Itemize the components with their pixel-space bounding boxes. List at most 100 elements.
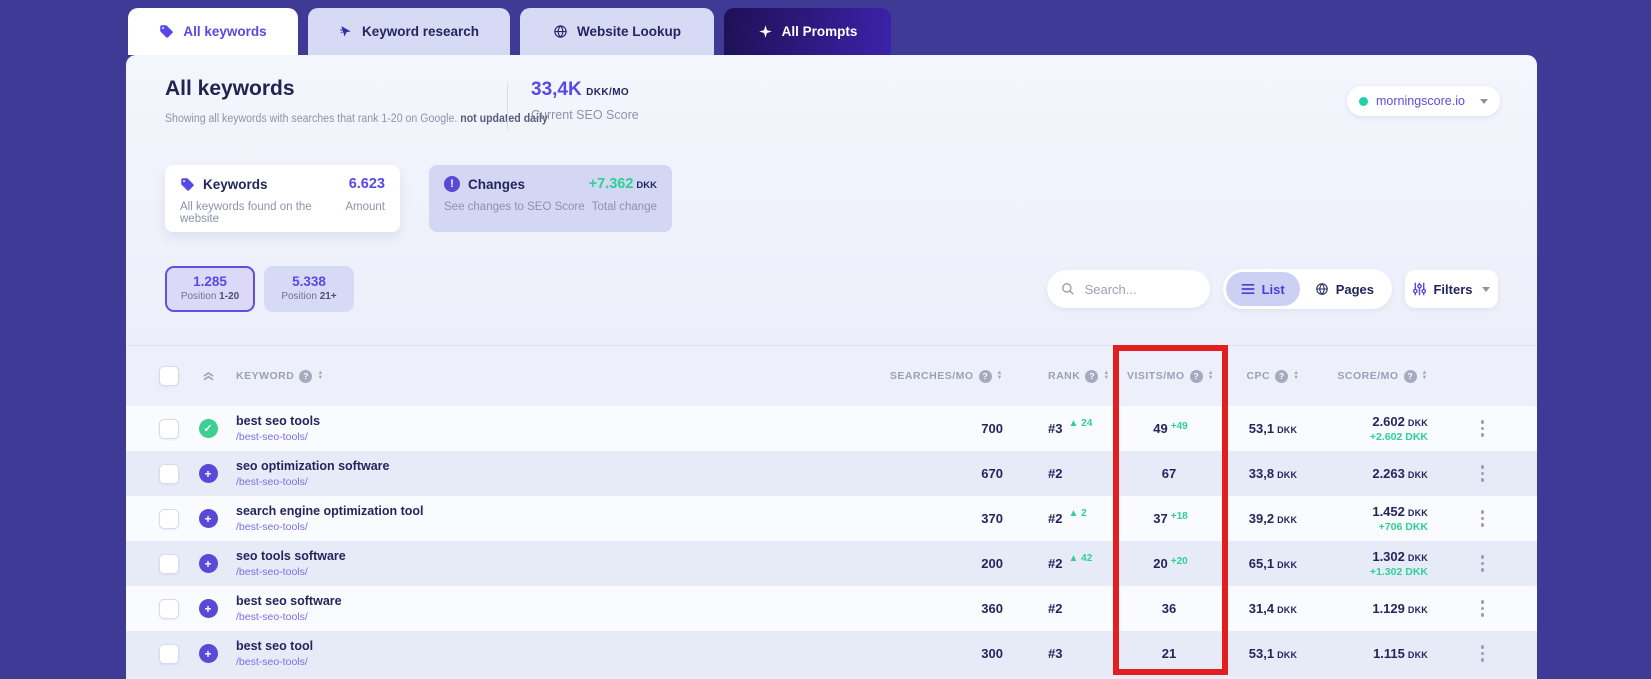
table-row[interactable]: + seo optimization software /best-seo-to… — [126, 451, 1537, 496]
kebab-menu-icon[interactable] — [1477, 596, 1489, 621]
column-cpc[interactable]: CPC — [1246, 370, 1270, 382]
column-score[interactable]: SCORE/MO — [1337, 370, 1398, 382]
seo-score-block: 33,4K DKK/MO Current SEO Score — [531, 79, 639, 122]
table-row[interactable]: ✓ best seo tools /best-seo-tools/ 700 #3… — [126, 406, 1537, 451]
view-pages-button[interactable]: Pages — [1300, 272, 1389, 306]
help-icon[interactable]: ? — [1275, 369, 1289, 383]
changes-card[interactable]: ! Changes +7.362 DKK See changes to SEO S… — [429, 165, 672, 232]
keywords-table: KEYWORD ? ▲ ▼ SEARCHES/MO ? ▲ ▼ RANK ? ▲ ▼ … — [126, 345, 1537, 676]
help-icon[interactable]: ? — [1403, 369, 1417, 383]
sort-icon[interactable]: ▲ ▼ — [1293, 370, 1299, 381]
card-description: All keywords found on the website — [180, 201, 312, 225]
row-checkbox[interactable] — [159, 598, 179, 619]
row-checkbox[interactable] — [159, 463, 179, 484]
help-icon[interactable]: ? — [978, 369, 992, 383]
row-checkbox[interactable] — [159, 643, 179, 664]
searches-value: 670 — [981, 466, 1003, 481]
position-1-20-button[interactable]: 1.285 Position 1-20 — [165, 266, 255, 312]
site-selector[interactable]: morningscore.io — [1347, 86, 1500, 116]
status-icon[interactable]: + — [198, 464, 218, 483]
keyword-text[interactable]: best seo tools — [236, 414, 770, 428]
table-row[interactable]: + seo tools software /best-seo-tools/ 20… — [126, 541, 1537, 586]
cursor-icon — [339, 25, 353, 39]
page-title: All keywords — [165, 77, 295, 100]
select-all-checkbox[interactable] — [159, 366, 179, 386]
status-icon[interactable]: + — [198, 644, 218, 663]
tag-icon — [159, 24, 174, 39]
row-checkbox[interactable] — [159, 418, 179, 439]
sort-icon[interactable]: ▲ ▼ — [317, 370, 323, 381]
table-row[interactable]: + best seo software /best-seo-tools/ 360… — [126, 586, 1537, 631]
divider — [507, 83, 508, 131]
sort-icon[interactable]: ▲ ▼ — [1422, 370, 1428, 381]
tab-label: Keyword research — [361, 24, 480, 39]
row-checkbox[interactable] — [159, 508, 179, 529]
kebab-menu-icon[interactable] — [1477, 551, 1489, 576]
status-icon[interactable]: + — [198, 599, 218, 618]
summary-cards: Keywords 6.623 All keywords found on the… — [165, 165, 672, 232]
help-icon[interactable]: ? — [1085, 369, 1099, 383]
position-21-plus-button[interactable]: 5.338 Position 21+ — [264, 266, 354, 312]
row-checkbox[interactable] — [159, 553, 179, 574]
keyword-url[interactable]: /best-seo-tools/ — [236, 611, 770, 623]
score-change: +2.602 DKK — [1369, 431, 1428, 443]
keyword-text[interactable]: search engine optimization tool — [236, 504, 770, 518]
score-value: 2.602 DKK +2.602 DKK — [1318, 414, 1428, 443]
keywords-card[interactable]: Keywords 6.623 All keywords found on the… — [165, 165, 400, 232]
seo-score-value: 33,4K — [531, 79, 582, 100]
table-row[interactable]: + best seo tool /best-seo-tools/ 300 #3 … — [126, 631, 1537, 676]
keyword-text[interactable]: best seo tool — [236, 639, 770, 653]
help-icon[interactable]: ? — [1189, 369, 1203, 383]
keyword-text[interactable]: best seo software — [236, 594, 770, 608]
searches-value: 360 — [981, 601, 1003, 616]
position-filter-group: 1.285 Position 1-20 5.338 Position 21+ — [165, 266, 354, 312]
app-window: All keywords Keyword research Website Lo… — [0, 0, 1651, 679]
cpc-value: 53,1 DKK — [1248, 421, 1298, 436]
column-keyword[interactable]: KEYWORD — [236, 370, 294, 382]
tab-keyword-research[interactable]: Keyword research — [308, 8, 510, 55]
help-icon[interactable]: ? — [299, 369, 313, 383]
column-searches[interactable]: SEARCHES/MO — [890, 370, 974, 382]
column-rank[interactable]: RANK — [1048, 370, 1080, 382]
column-visits[interactable]: VISITS/MO — [1127, 370, 1185, 382]
keyword-url[interactable]: /best-seo-tools/ — [236, 566, 770, 578]
cpc-value: 39,2 DKK — [1248, 511, 1298, 526]
keyword-text[interactable]: seo tools software — [236, 549, 770, 563]
status-icon[interactable]: + — [198, 554, 218, 573]
keyword-url[interactable]: /best-seo-tools/ — [236, 521, 770, 533]
kebab-menu-icon[interactable] — [1477, 416, 1489, 441]
table-row[interactable]: + search engine optimization tool /best-… — [126, 496, 1537, 541]
tab-label: Website Lookup — [576, 24, 681, 39]
kebab-menu-icon[interactable] — [1477, 641, 1489, 666]
score-change: +706 DKK — [1378, 521, 1428, 533]
keyword-url[interactable]: /best-seo-tools/ — [236, 656, 770, 668]
keyword-url[interactable]: /best-seo-tools/ — [236, 476, 770, 488]
currency-unit: DKK — [1407, 470, 1428, 480]
content-panel: All keywords Showing all keywords with s… — [126, 55, 1537, 679]
currency-suffix: DKK — [636, 180, 657, 191]
tab-website-lookup[interactable]: Website Lookup — [520, 8, 714, 55]
visits-value: 36 — [1161, 601, 1177, 616]
sort-icon[interactable]: ▲ ▼ — [1103, 370, 1109, 381]
kebab-menu-icon[interactable] — [1477, 461, 1489, 486]
view-list-button[interactable]: List — [1225, 272, 1300, 306]
tab-all-prompts[interactable]: All Prompts — [724, 8, 891, 55]
cpc-value: 31,4 DKK — [1248, 601, 1298, 616]
table-header-row: KEYWORD ? ▲ ▼ SEARCHES/MO ? ▲ ▼ RANK ? ▲ ▼ … — [126, 345, 1537, 406]
tab-label: All keywords — [183, 24, 267, 39]
globe-icon — [553, 24, 568, 39]
filters-button[interactable]: Filters — [1405, 270, 1498, 308]
sort-icon[interactable]: ▲ ▼ — [1208, 370, 1214, 381]
status-icon[interactable]: ✓ — [198, 419, 218, 438]
currency-unit: DKK — [1277, 425, 1298, 435]
keyword-text[interactable]: seo optimization software — [236, 459, 770, 473]
tab-all-keywords[interactable]: All keywords — [128, 8, 298, 55]
chevron-down-icon — [1480, 98, 1488, 104]
searches-value: 370 — [981, 511, 1003, 526]
status-icon[interactable]: + — [198, 509, 218, 528]
visits-change: +20 — [1170, 556, 1188, 567]
search-input[interactable] — [1082, 280, 1197, 298]
keyword-url[interactable]: /best-seo-tools/ — [236, 431, 770, 443]
card-value: 6.623 — [348, 176, 385, 192]
kebab-menu-icon[interactable] — [1477, 506, 1489, 531]
